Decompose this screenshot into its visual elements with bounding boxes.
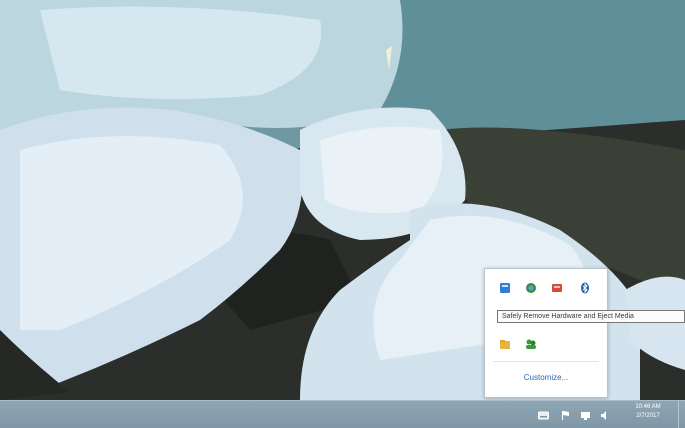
clock-date: 2/7/2017	[636, 413, 660, 419]
users-icon[interactable]	[525, 337, 537, 349]
network-icon[interactable]	[580, 408, 591, 420]
volume-icon[interactable]	[600, 408, 611, 420]
flyout-divider	[493, 361, 599, 362]
customize-link[interactable]: Customize...	[485, 373, 607, 382]
browser-sync-icon[interactable]	[525, 281, 537, 293]
desktop-screen: Customize... Safely Remove Hardware and …	[0, 0, 685, 428]
clock-time: 10:46 AM	[635, 404, 661, 410]
tooltip: Safely Remove Hardware and Eject Media	[497, 310, 685, 323]
bluetooth-icon[interactable]	[579, 281, 591, 294]
app-tile-icon[interactable]	[499, 281, 511, 293]
red-app-icon[interactable]	[551, 281, 563, 293]
flag-icon[interactable]	[560, 408, 571, 420]
show-desktop-button[interactable]	[678, 401, 685, 428]
folder-icon[interactable]	[499, 337, 511, 349]
keyboard-icon[interactable]	[538, 408, 549, 420]
notification-overflow-flyout: Customize...	[484, 268, 608, 398]
taskbar-clock[interactable]: 10:46 AM 2/7/2017	[622, 403, 674, 421]
